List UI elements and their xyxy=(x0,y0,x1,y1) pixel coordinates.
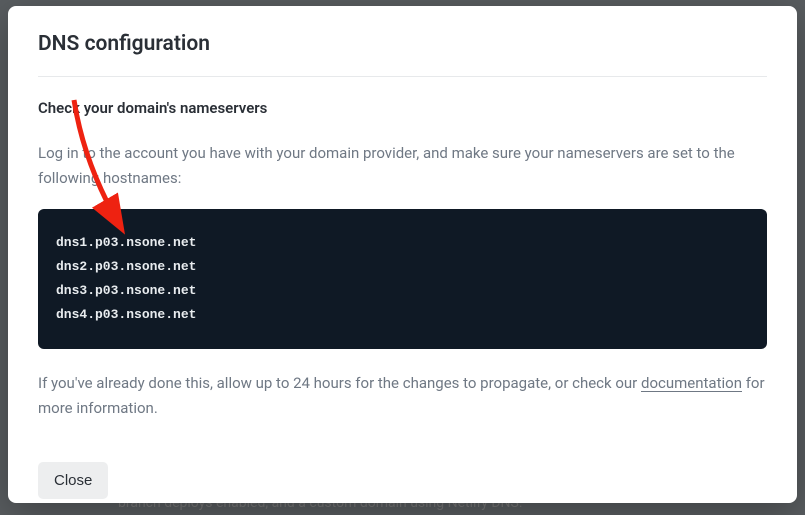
nameserver-line: dns4.p03.nsone.net xyxy=(56,303,749,327)
documentation-link[interactable]: documentation xyxy=(641,374,742,392)
followup-paragraph: If you've already done this, allow up to… xyxy=(38,371,767,422)
followup-pre: If you've already done this, allow up to… xyxy=(38,374,641,392)
section-heading: Check your domain's nameservers xyxy=(38,99,767,117)
close-button[interactable]: Close xyxy=(38,462,108,499)
modal-title: DNS configuration xyxy=(38,32,767,77)
nameserver-line: dns1.p03.nsone.net xyxy=(56,231,749,255)
nameserver-line: dns2.p03.nsone.net xyxy=(56,255,749,279)
nameserver-code-block: dns1.p03.nsone.net dns2.p03.nsone.net dn… xyxy=(38,209,767,349)
nameserver-line: dns3.p03.nsone.net xyxy=(56,279,749,303)
dns-config-modal: DNS configuration Check your domain's na… xyxy=(8,6,797,503)
intro-paragraph: Log in to the account you have with your… xyxy=(38,141,767,191)
